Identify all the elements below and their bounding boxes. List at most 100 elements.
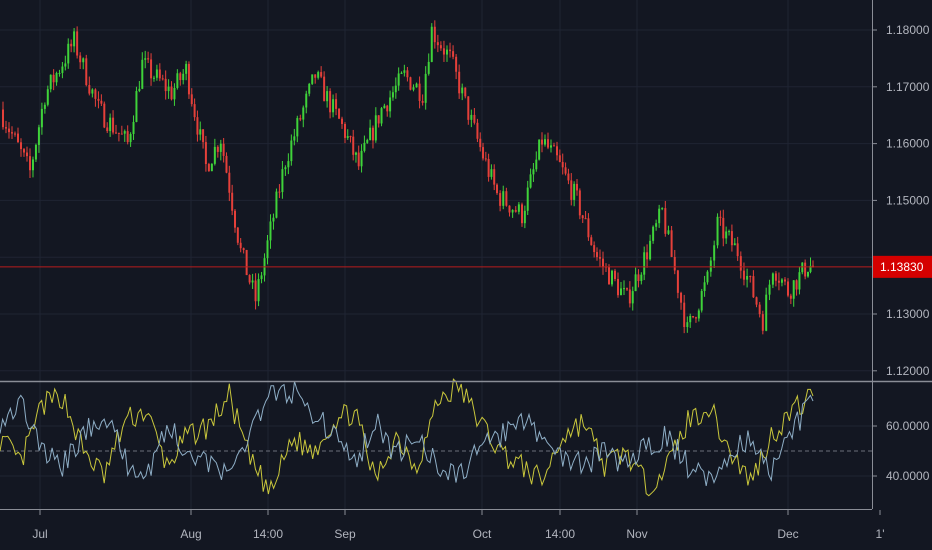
- candle-body: [783, 279, 786, 282]
- candle: [768, 279, 771, 301]
- candle-body: [55, 73, 58, 83]
- candle: [371, 125, 374, 149]
- candle: [449, 42, 452, 58]
- candle: [323, 71, 326, 102]
- candle: [5, 120, 7, 134]
- candle-body: [76, 31, 79, 56]
- candle-body: [363, 142, 366, 151]
- oscillator-line-2: [0, 381, 814, 486]
- candle: [716, 213, 719, 249]
- candle-body: [467, 96, 470, 120]
- candle: [236, 226, 239, 246]
- candle-body: [34, 144, 37, 160]
- candle-body: [391, 92, 394, 98]
- candle-body: [216, 146, 219, 152]
- candle: [43, 102, 46, 114]
- candle: [436, 34, 439, 53]
- candle: [439, 41, 442, 51]
- time-tick-label: Nov: [626, 527, 647, 541]
- candle: [706, 270, 709, 285]
- candle-body: [553, 145, 555, 147]
- candle-body: [287, 161, 290, 168]
- candle-body: [158, 69, 161, 79]
- candle-body: [67, 43, 70, 64]
- candle-body: [147, 58, 150, 60]
- candle-body: [5, 127, 7, 129]
- candle: [617, 272, 619, 298]
- candle-body: [649, 240, 652, 260]
- candle-body: [103, 103, 106, 128]
- candle-body: [357, 152, 360, 167]
- oscillator-axis[interactable]: 60.0000 40.0000: [872, 419, 930, 483]
- candle-body: [141, 59, 144, 89]
- candle: [210, 163, 213, 172]
- candle-body: [706, 271, 709, 283]
- candle-body: [204, 142, 207, 165]
- candle: [85, 54, 88, 87]
- candle-body: [798, 272, 801, 290]
- candle-body: [526, 187, 529, 211]
- candle: [2, 101, 4, 130]
- candle-body: [686, 322, 689, 328]
- time-axis[interactable]: Jul Aug 14:00 Sep Oct 14:00 Nov Dec 1': [32, 510, 884, 541]
- candle-body: [302, 107, 305, 120]
- candle-body: [752, 276, 755, 298]
- candle-body: [564, 167, 567, 174]
- candle: [94, 88, 97, 107]
- candle-body: [299, 118, 302, 120]
- candle: [109, 113, 112, 137]
- candle: [789, 293, 792, 305]
- candle-body: [694, 317, 697, 319]
- candle-body: [8, 128, 10, 133]
- candle-body: [620, 288, 622, 296]
- candle-body: [144, 58, 147, 60]
- candle: [433, 20, 436, 49]
- candle: [88, 76, 91, 96]
- candle: [777, 272, 780, 291]
- candle-body: [269, 221, 272, 241]
- candle-body: [611, 270, 613, 285]
- candle-body: [185, 63, 188, 74]
- candle-body: [436, 42, 439, 46]
- candle: [761, 310, 764, 335]
- candle-body: [167, 86, 170, 92]
- candle-body: [573, 183, 576, 200]
- candle: [490, 164, 493, 180]
- candle: [765, 287, 768, 332]
- price-tick-label: 1.17000: [886, 80, 930, 94]
- candle: [219, 139, 222, 161]
- candle-body: [716, 216, 719, 246]
- candle-body: [248, 275, 251, 283]
- candle: [278, 184, 281, 199]
- price-chart[interactable]: 1.18000 1.17000 1.16000 1.15000 1.13000 1.120…: [0, 0, 932, 550]
- candle-body: [46, 89, 49, 105]
- candle-body: [768, 284, 771, 295]
- price-axis[interactable]: 1.18000 1.17000 1.16000 1.15000 1.13000 1.120…: [872, 23, 930, 378]
- candle: [380, 106, 383, 127]
- candle: [587, 213, 590, 241]
- candle-body: [91, 89, 94, 94]
- candle: [792, 280, 795, 307]
- candle-body: [683, 302, 686, 328]
- candle-body: [593, 245, 596, 253]
- candle-body: [508, 205, 511, 213]
- candle: [346, 129, 349, 140]
- candle-body: [281, 169, 284, 193]
- candle-body: [409, 77, 412, 90]
- candle: [120, 125, 123, 135]
- candle: [581, 214, 584, 223]
- candle-body: [234, 210, 236, 228]
- candles: [2, 20, 814, 335]
- candle: [187, 61, 190, 99]
- candle-body: [765, 294, 768, 331]
- candle-body: [728, 231, 731, 233]
- candle: [391, 86, 394, 101]
- candle: [155, 64, 158, 81]
- candle: [464, 87, 467, 99]
- candle: [620, 282, 622, 296]
- candle: [576, 179, 578, 196]
- candle: [442, 40, 445, 62]
- candle: [567, 168, 570, 185]
- candle: [538, 139, 541, 161]
- candle: [599, 249, 601, 267]
